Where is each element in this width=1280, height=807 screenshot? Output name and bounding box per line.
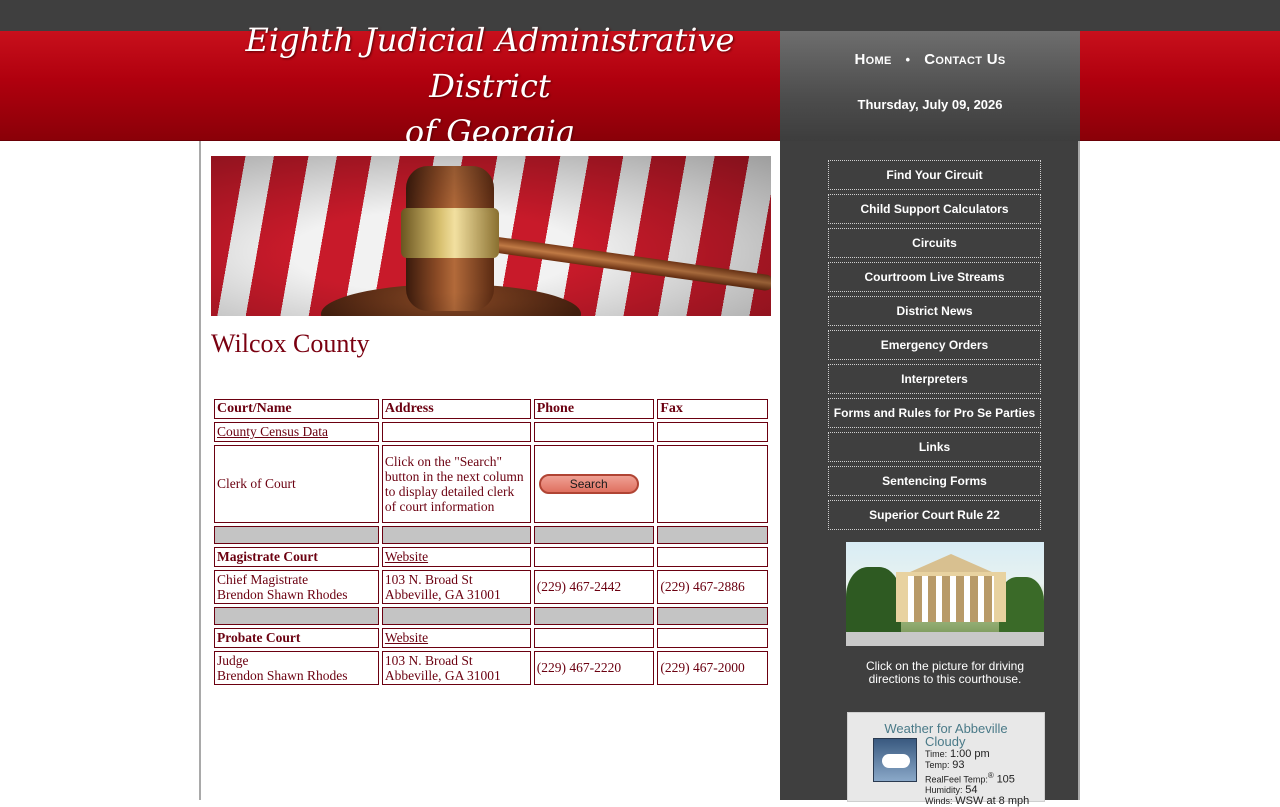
table-separator-row xyxy=(214,526,768,544)
sidebar-item-links[interactable]: Links xyxy=(828,432,1041,462)
sidebar: Find Your Circuit Child Support Calculat… xyxy=(780,141,1080,807)
table-row: Judge Brendon Shawn Rhodes 103 N. Broad … xyxy=(214,651,768,685)
sidebar-item-district-news[interactable]: District News xyxy=(828,296,1041,326)
table-separator-row xyxy=(214,607,768,625)
table-row: Chief Magistrate Brendon Shawn Rhodes 10… xyxy=(214,570,768,604)
weather-temp: 93 xyxy=(952,759,965,771)
probate-website-link[interactable]: Website xyxy=(385,630,428,645)
magistrate-phone: (229) 467-2442 xyxy=(533,570,655,604)
registered-mark: ® xyxy=(987,771,994,780)
nav-separator: • xyxy=(905,52,911,67)
nav-contact-link[interactable]: Contact Us xyxy=(924,51,1005,68)
column-header-phone: Phone xyxy=(533,399,655,419)
header-nav-box: Home • Contact Us Thursday, July 09, 202… xyxy=(780,31,1080,141)
magistrate-address-line1: 103 N. Broad St xyxy=(384,572,473,587)
clerk-name: Clerk of Court xyxy=(214,445,379,523)
magistrate-title: Chief Magistrate xyxy=(217,572,309,587)
probate-fax: (229) 467-2000 xyxy=(657,651,768,685)
probate-phone: (229) 467-2220 xyxy=(533,651,655,685)
table-row: Magistrate Court Website xyxy=(214,547,768,567)
sidebar-item-emergency-orders[interactable]: Emergency Orders xyxy=(828,330,1041,360)
probate-person: Brendon Shawn Rhodes xyxy=(217,668,348,683)
weather-widget[interactable]: Weather for Abbeville Cloudy Time: 1:00 … xyxy=(847,712,1045,807)
probate-heading: Probate Court xyxy=(214,628,379,648)
column-header-fax: Fax xyxy=(657,399,768,419)
magistrate-website-link[interactable]: Website xyxy=(385,549,428,564)
sidebar-item-superior-court-rule-22[interactable]: Superior Court Rule 22 xyxy=(828,500,1041,530)
site-title-area[interactable]: Eighth Judicial Administrative District … xyxy=(200,21,780,151)
sidebar-item-sentencing-forms[interactable]: Sentencing Forms xyxy=(828,466,1041,496)
site-title-line-1: Eighth Judicial Administrative District xyxy=(245,21,735,105)
table-header-row: Court/Name Address Phone Fax xyxy=(214,399,768,419)
weather-condition: Cloudy xyxy=(925,734,966,749)
weather-winds: WSW at 8 mph xyxy=(955,795,1030,807)
magistrate-heading: Magistrate Court xyxy=(214,547,379,567)
weather-details: Time: 1:00 pm Temp: 93 RealFeel Temp:® 1… xyxy=(925,748,1030,807)
sidebar-menu: Find Your Circuit Child Support Calculat… xyxy=(828,160,1041,534)
sidebar-item-interpreters[interactable]: Interpreters xyxy=(828,364,1041,394)
court-directory-table: Court/Name Address Phone Fax County Cens… xyxy=(211,396,771,688)
courthouse-photo[interactable] xyxy=(846,542,1044,646)
column-header-court: Court/Name xyxy=(214,399,379,419)
table-row: Probate Court Website xyxy=(214,628,768,648)
probate-address-line1: 103 N. Broad St xyxy=(384,653,473,668)
sidebar-item-find-your-circuit[interactable]: Find Your Circuit xyxy=(828,160,1041,190)
clerk-note: Click on the "Search" button in the next… xyxy=(381,445,531,523)
sidebar-item-courtroom-live-streams[interactable]: Courtroom Live Streams xyxy=(828,262,1041,292)
sidebar-item-child-support-calculators[interactable]: Child Support Calculators xyxy=(828,194,1041,224)
cloudy-weather-icon xyxy=(873,738,917,782)
county-census-link[interactable]: County Census Data xyxy=(217,424,328,439)
table-row: Clerk of Court Click on the "Search" but… xyxy=(214,445,768,523)
probate-address-line2: Abbeville, GA 31001 xyxy=(384,668,501,683)
sidebar-item-forms-and-rules[interactable]: Forms and Rules for Pro Se Parties xyxy=(828,398,1041,428)
nav-home-link[interactable]: Home xyxy=(855,51,892,68)
clerk-search-button[interactable]: Search xyxy=(538,474,639,494)
table-row: County Census Data xyxy=(214,422,768,442)
gavel-flag-banner xyxy=(211,156,771,316)
page-title: Wilcox County xyxy=(211,329,370,358)
courthouse-caption: Click on the picture for driving directi… xyxy=(865,659,1025,686)
probate-title: Judge xyxy=(217,653,249,668)
sidebar-item-circuits[interactable]: Circuits xyxy=(828,228,1041,258)
current-date: Thursday, July 09, 2026 xyxy=(857,97,1003,112)
top-nav: Home • Contact Us xyxy=(780,51,1080,68)
magistrate-fax: (229) 467-2886 xyxy=(657,570,768,604)
column-header-address: Address xyxy=(381,399,531,419)
magistrate-person: Brendon Shawn Rhodes xyxy=(217,587,348,602)
weather-realfeel: 105 xyxy=(996,773,1015,786)
magistrate-address-line2: Abbeville, GA 31001 xyxy=(384,587,501,602)
main-content: Wilcox County Court/Name Address Phone F… xyxy=(199,141,780,800)
